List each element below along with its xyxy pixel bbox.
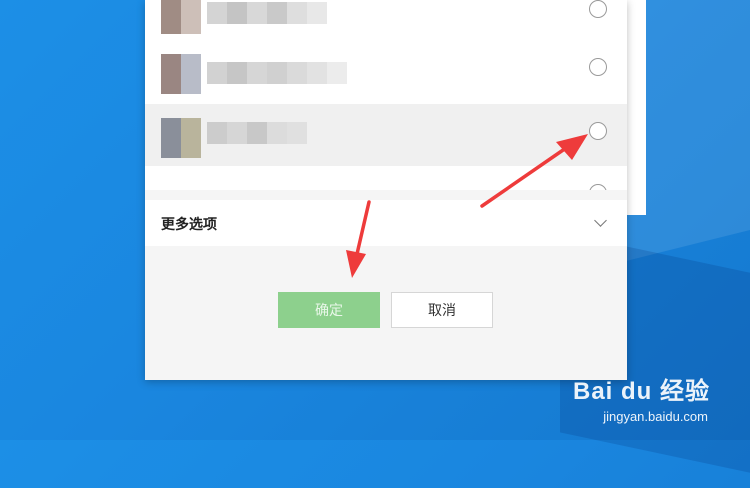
watermark-brand: Bai du 经验: [572, 378, 710, 405]
watermark-url: jingyan.baidu.com: [603, 409, 708, 424]
red-arrow-to-radio: [480, 134, 588, 208]
red-arrow-to-confirm: [346, 200, 371, 278]
